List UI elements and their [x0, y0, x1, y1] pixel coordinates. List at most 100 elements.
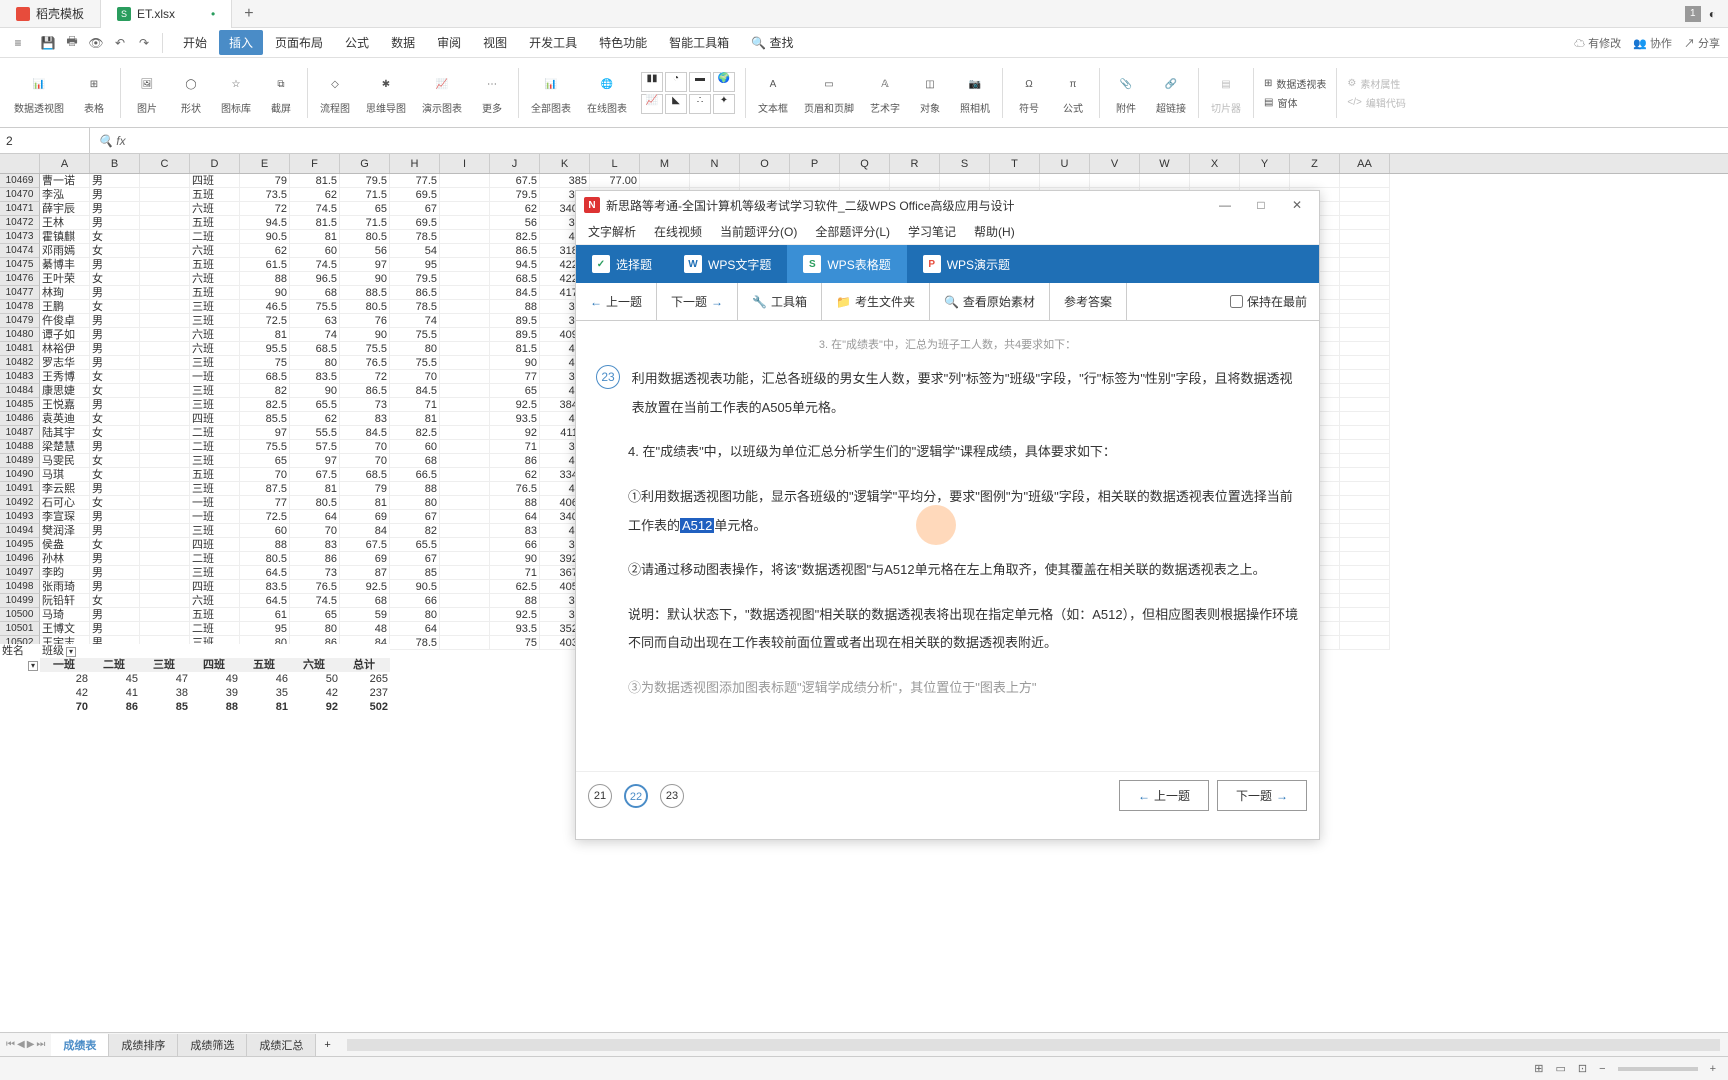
col-header[interactable]: F — [290, 154, 340, 173]
cell[interactable]: 96.5 — [290, 272, 340, 286]
cell[interactable] — [440, 580, 490, 594]
row-header[interactable]: 10474 — [0, 244, 40, 258]
row-header[interactable]: 10478 — [0, 300, 40, 314]
group-onlinechart[interactable]: 🌐在线图表 — [581, 70, 633, 115]
cell[interactable]: 六班 — [190, 272, 240, 286]
cell[interactable]: 张雨琦 — [40, 580, 90, 594]
undo-icon[interactable]: ↶ — [110, 33, 130, 53]
cell[interactable]: 曹一诺 — [40, 174, 90, 188]
maximize-btn[interactable]: □ — [1247, 195, 1275, 215]
cell[interactable] — [1340, 636, 1390, 650]
cell[interactable]: 62 — [240, 244, 290, 258]
footer-prev[interactable]: ←上一题 — [1119, 780, 1209, 811]
cell[interactable] — [1340, 524, 1390, 538]
cell[interactable]: 65 — [340, 202, 390, 216]
cell[interactable]: 77 — [490, 370, 540, 384]
cell[interactable]: 三班 — [190, 300, 240, 314]
cell[interactable]: 男 — [90, 440, 140, 454]
cell[interactable]: 68.5 — [340, 468, 390, 482]
cell[interactable] — [440, 552, 490, 566]
cell[interactable]: 73.5 — [240, 188, 290, 202]
cell[interactable] — [140, 510, 190, 524]
cell[interactable]: 六班 — [190, 244, 240, 258]
cell[interactable]: 男 — [90, 342, 140, 356]
cell[interactable]: 69 — [340, 552, 390, 566]
cell[interactable]: 85.5 — [240, 412, 290, 426]
row-header[interactable]: 10493 — [0, 510, 40, 524]
cell[interactable]: 54 — [390, 244, 440, 258]
cell[interactable]: 97 — [340, 258, 390, 272]
cell[interactable]: 66 — [490, 538, 540, 552]
cell[interactable] — [990, 174, 1040, 188]
collab-btn[interactable]: 👥 协作 — [1633, 35, 1672, 51]
row-header[interactable]: 10487 — [0, 426, 40, 440]
cell[interactable] — [140, 398, 190, 412]
cell[interactable] — [140, 454, 190, 468]
cell[interactable]: 81 — [390, 412, 440, 426]
cell[interactable]: 男 — [90, 202, 140, 216]
rtab-search[interactable]: 🔍 查找 — [741, 30, 803, 55]
cell[interactable]: 陆其宇 — [40, 426, 90, 440]
cell[interactable]: 65.5 — [390, 538, 440, 552]
group-pivotchart[interactable]: 📊数据透视图 — [8, 70, 70, 115]
type-choice[interactable]: ✓选择题 — [576, 245, 668, 283]
cell[interactable]: 77 — [240, 496, 290, 510]
cell[interactable]: 六班 — [190, 202, 240, 216]
cell[interactable]: 385 — [540, 174, 590, 188]
cell[interactable] — [1340, 174, 1390, 188]
cell[interactable]: 一班 — [190, 510, 240, 524]
cell[interactable] — [440, 608, 490, 622]
cell[interactable] — [440, 272, 490, 286]
col-header[interactable]: E — [240, 154, 290, 173]
cell[interactable]: 三班 — [190, 454, 240, 468]
cell[interactable] — [440, 370, 490, 384]
cell[interactable] — [440, 258, 490, 272]
cell[interactable]: 女 — [90, 594, 140, 608]
mini-col-chart[interactable]: ▮▮ — [641, 72, 663, 92]
row-header[interactable]: 10485 — [0, 398, 40, 412]
col-header[interactable]: T — [990, 154, 1040, 173]
cell[interactable]: 56 — [340, 244, 390, 258]
cell[interactable]: 93.5 — [490, 412, 540, 426]
cell[interactable]: 71 — [390, 398, 440, 412]
minimize-btn[interactable]: — — [1211, 195, 1239, 215]
menu-score-current[interactable]: 当前题评分(O) — [720, 223, 797, 240]
col-header[interactable]: P — [790, 154, 840, 173]
cell[interactable] — [140, 622, 190, 636]
row-header[interactable]: 10491 — [0, 482, 40, 496]
cell[interactable] — [440, 174, 490, 188]
cell[interactable]: 74.5 — [290, 202, 340, 216]
cell[interactable]: 83.5 — [290, 370, 340, 384]
row-header[interactable]: 10498 — [0, 580, 40, 594]
cell[interactable]: 62 — [290, 188, 340, 202]
cell[interactable]: 康思婕 — [40, 384, 90, 398]
badge-1[interactable]: 1 — [1685, 6, 1701, 22]
cell[interactable] — [140, 202, 190, 216]
cell[interactable]: 71.5 — [340, 216, 390, 230]
cell[interactable] — [840, 174, 890, 188]
cell[interactable] — [1340, 342, 1390, 356]
cell[interactable] — [1240, 174, 1290, 188]
cell[interactable] — [140, 230, 190, 244]
cell[interactable] — [440, 440, 490, 454]
cell[interactable]: 64 — [390, 622, 440, 636]
cell[interactable]: 64 — [490, 510, 540, 524]
print-icon[interactable]: 🖶 — [62, 33, 82, 53]
cell[interactable]: 六班 — [190, 342, 240, 356]
cell[interactable]: 62.5 — [490, 580, 540, 594]
cell[interactable]: 男 — [90, 398, 140, 412]
cell[interactable]: 69 — [340, 510, 390, 524]
cell[interactable]: 67.5 — [340, 538, 390, 552]
col-header[interactable]: D — [190, 154, 240, 173]
rtab-data[interactable]: 数据 — [381, 30, 425, 55]
rtab-review[interactable]: 审阅 — [427, 30, 471, 55]
row-header[interactable]: 10494 — [0, 524, 40, 538]
exam-content[interactable]: 3. 在"成绩表"中，汇总为班子工人数，共4要求如下： 23 利用数据透视表功能… — [576, 321, 1319, 771]
cell[interactable]: 一班 — [190, 496, 240, 510]
row-header[interactable]: 10473 — [0, 230, 40, 244]
cell[interactable]: 88 — [390, 482, 440, 496]
cell[interactable] — [440, 188, 490, 202]
cell[interactable]: 73 — [290, 566, 340, 580]
cell[interactable]: 56 — [490, 216, 540, 230]
cell[interactable]: 78.5 — [390, 230, 440, 244]
